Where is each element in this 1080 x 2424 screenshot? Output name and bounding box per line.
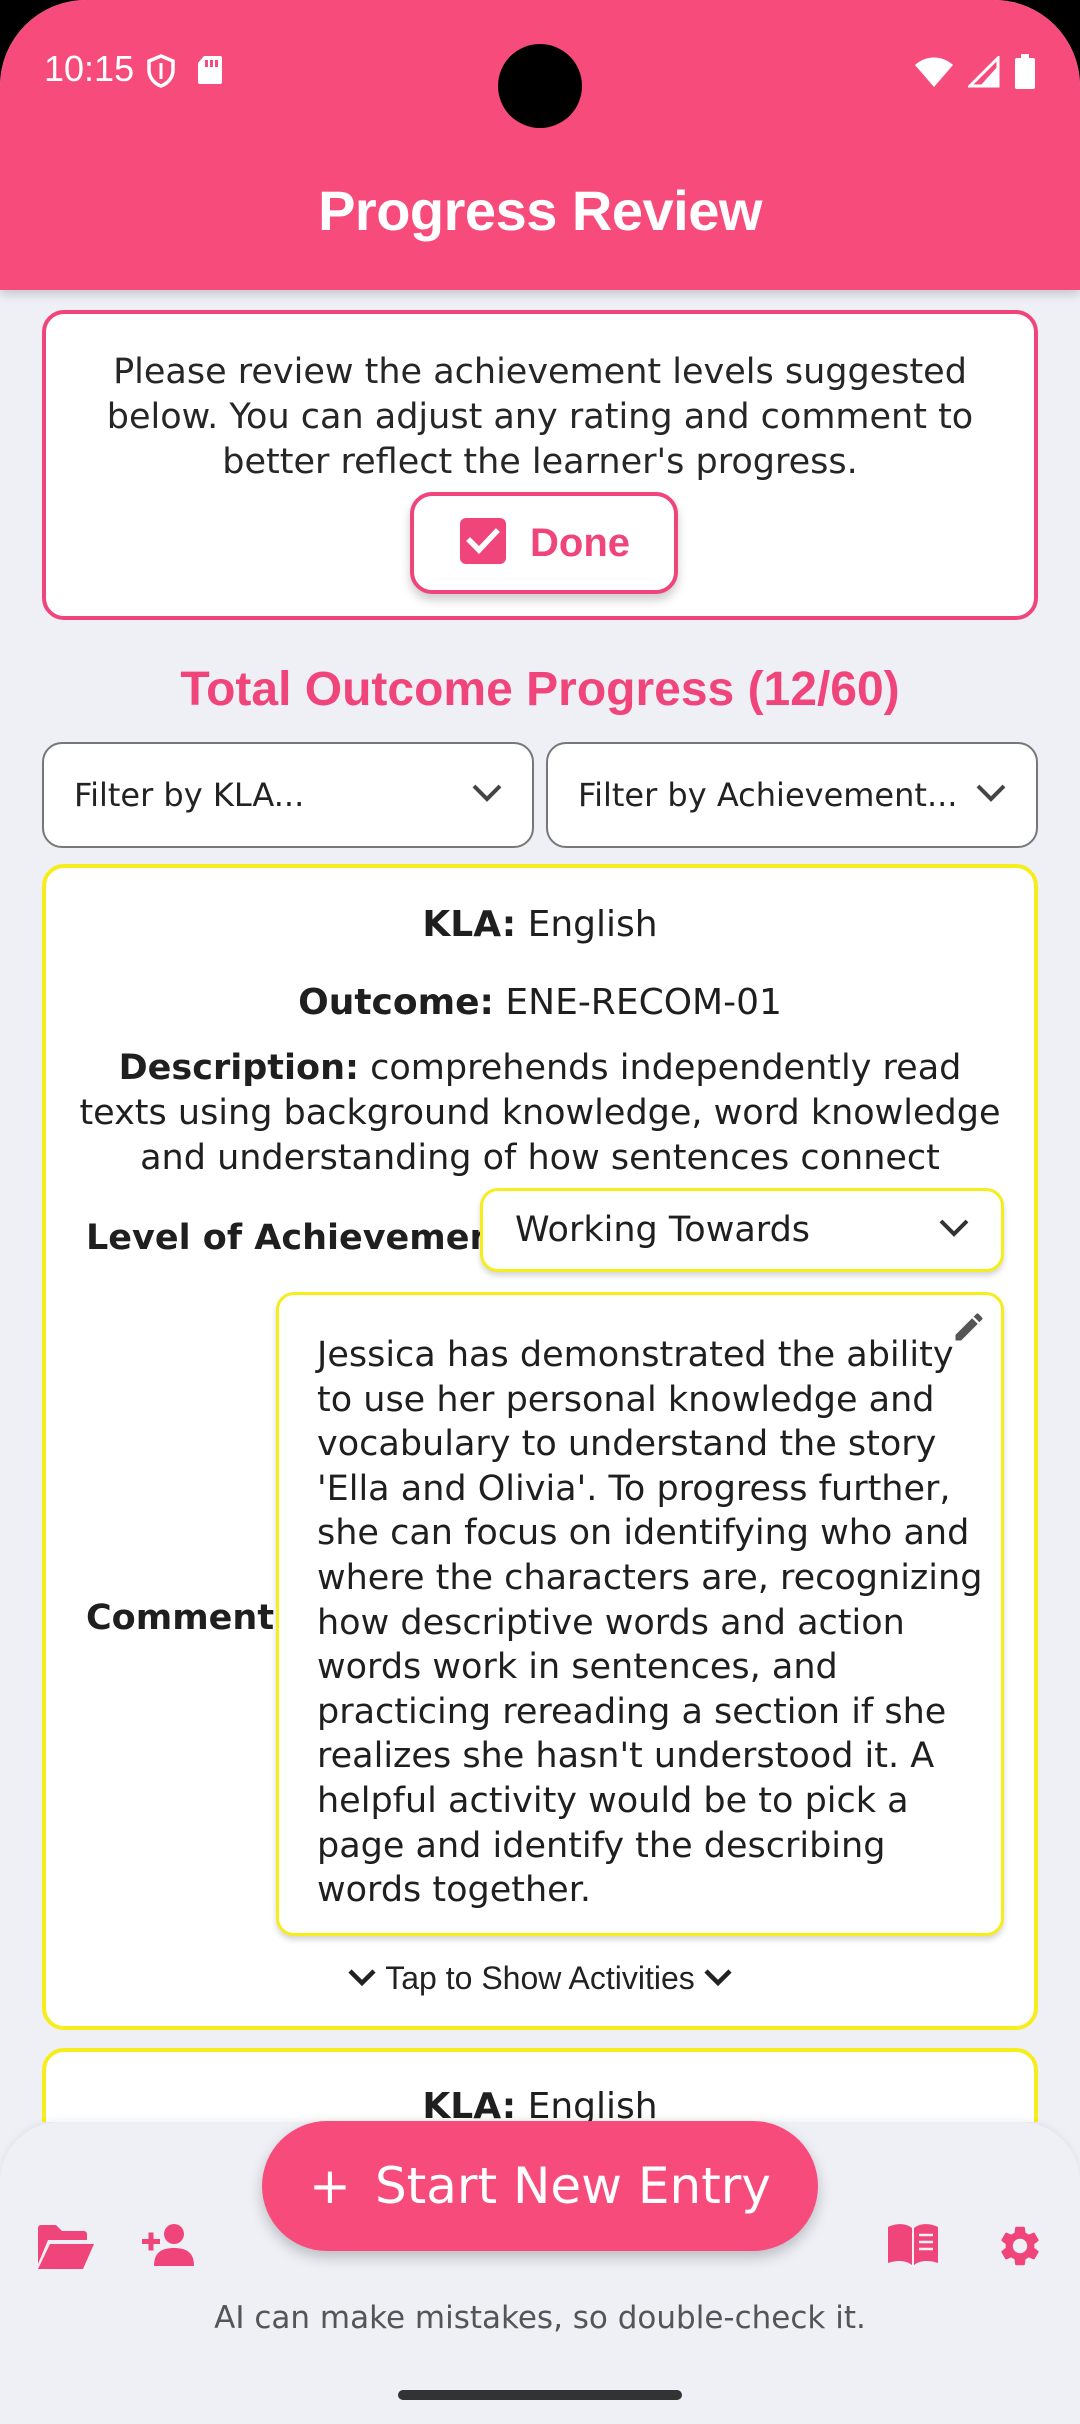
level-of-achievement-dropdown[interactable]: Working Towards <box>480 1188 1004 1272</box>
add-person-icon[interactable] <box>140 2222 196 2272</box>
total-outcome-progress-heading: Total Outcome Progress (12/60) <box>180 663 900 716</box>
battery-icon <box>1014 54 1036 94</box>
checkbox-icon <box>458 516 508 570</box>
kla-value: English <box>527 2086 658 2122</box>
done-button-label: Done <box>530 520 630 565</box>
outcome-value: ENE-RECOM-01 <box>505 982 782 1023</box>
app-screen: 10:15 Progress Review Please review the … <box>0 0 1080 2424</box>
home-indicator[interactable] <box>398 2390 682 2400</box>
description-block: Description: comprehends independently r… <box>76 1046 1004 1181</box>
status-time: 10:15 <box>44 48 135 89</box>
description-label: Description: <box>118 1048 359 1088</box>
show-activities-toggle[interactable]: Tap to Show Activities <box>46 1960 1034 1997</box>
shield-icon <box>146 54 176 92</box>
content-scroll-area[interactable]: Please review the achievement levels sug… <box>0 290 1080 2122</box>
filter-by-achievement-dropdown[interactable]: Filter by Achievement... <box>546 742 1038 848</box>
comment-text: Jessica has demonstrated the ability to … <box>317 1335 983 1911</box>
review-instructions-text: Please review the achievement levels sug… <box>106 352 974 482</box>
sd-card-icon <box>196 54 224 92</box>
status-left-icons <box>146 54 224 92</box>
kla-label: KLA: <box>422 2086 517 2122</box>
book-icon[interactable] <box>886 2222 940 2270</box>
chevron-down-icon <box>974 782 1008 808</box>
status-right-icons <box>914 54 1036 94</box>
chevron-down-icon <box>703 1960 733 1997</box>
kla-value: English <box>527 904 658 945</box>
folder-open-icon[interactable] <box>34 2222 96 2276</box>
kla-label: KLA: <box>422 904 517 945</box>
ai-disclaimer: AI can make mistakes, so double-check it… <box>214 2300 866 2336</box>
chevron-down-icon <box>470 782 504 808</box>
start-new-entry-button[interactable]: + Start New Entry <box>262 2121 818 2251</box>
done-button[interactable]: Done <box>410 492 678 594</box>
plus-icon: + <box>309 2157 351 2215</box>
gear-icon[interactable] <box>996 2222 1044 2274</box>
filter-by-kla-dropdown[interactable]: Filter by KLA... <box>42 742 534 848</box>
comment-field[interactable]: Jessica has demonstrated the ability to … <box>276 1292 1004 1936</box>
outcome-label: Outcome: <box>298 982 494 1023</box>
filter-by-achievement-label: Filter by Achievement... <box>578 776 958 814</box>
filter-by-kla-label: Filter by KLA... <box>74 776 305 814</box>
chevron-down-icon <box>937 1217 971 1243</box>
bottom-navigation-bar: + Start New Entry AI can make mistakes, … <box>0 2121 1080 2424</box>
level-of-achievement-value: Working Towards <box>515 1210 811 1250</box>
kla-line: KLA: English <box>46 904 1034 945</box>
kla-line: KLA: English <box>46 2086 1034 2122</box>
show-activities-label: Tap to Show Activities <box>385 1960 695 1996</box>
chevron-down-icon <box>347 1960 377 1997</box>
outcome-card: KLA: English <box>42 2048 1038 2122</box>
start-new-entry-label: Start New Entry <box>374 2157 771 2215</box>
comment-label: Comment: <box>86 1598 289 1638</box>
signal-icon <box>966 54 1000 92</box>
outcome-card: KLA: English Outcome: ENE-RECOM-01 Descr… <box>42 864 1038 2030</box>
review-instructions-card: Please review the achievement levels sug… <box>42 310 1038 620</box>
wifi-icon <box>914 56 954 92</box>
level-of-achievement-label: Level of Achievement: <box>86 1218 526 1258</box>
front-camera <box>498 44 582 128</box>
page-title: Progress Review <box>318 179 762 242</box>
app-bar: 10:15 Progress Review <box>0 0 1080 290</box>
outcome-line: Outcome: ENE-RECOM-01 <box>46 982 1034 1023</box>
